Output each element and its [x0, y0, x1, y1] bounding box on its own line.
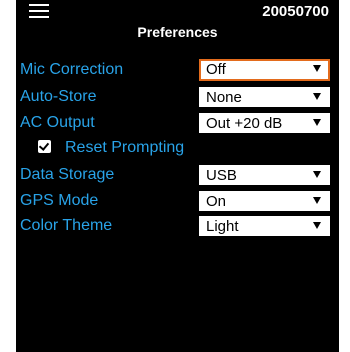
reset-prompting-label[interactable]: Reset Prompting [65, 139, 184, 157]
mic-correction-label: Mic Correction [20, 61, 124, 78]
data-storage-select[interactable]: USB [199, 165, 330, 185]
auto-store-label: Auto-Store [20, 88, 97, 105]
chevron-down-icon [313, 197, 321, 204]
setting-row-color-theme: Color Theme Light [16, 214, 339, 240]
auto-store-select[interactable]: None [199, 87, 330, 107]
gps-mode-label: GPS Mode [20, 192, 99, 209]
checkmark-icon [38, 140, 50, 151]
setting-row-mic-correction: Mic Correction Off [16, 58, 339, 84]
mic-correction-value: Off [206, 61, 226, 78]
setting-row-ac-output: AC Output Out +20 dB [16, 111, 339, 137]
reset-prompting-row: Reset Prompting [16, 136, 339, 162]
color-theme-value: Light [206, 218, 239, 235]
setting-row-auto-store: Auto-Store None [16, 85, 339, 111]
chevron-down-icon [313, 171, 321, 178]
ac-output-value: Out +20 dB [206, 115, 283, 132]
mic-correction-select[interactable]: Off [199, 59, 330, 81]
color-theme-select[interactable]: Light [199, 216, 330, 236]
chevron-down-icon [313, 93, 321, 100]
chevron-down-icon [313, 65, 321, 72]
setting-row-data-storage: Data Storage USB [16, 163, 339, 189]
auto-store-value: None [206, 89, 242, 106]
hamburger-menu-icon[interactable] [29, 4, 49, 19]
chevron-down-icon [313, 119, 321, 126]
data-storage-value: USB [206, 167, 237, 184]
reset-prompting-checkbox[interactable] [38, 140, 51, 153]
ac-output-label: AC Output [20, 114, 95, 131]
chevron-down-icon [313, 222, 321, 229]
data-storage-label: Data Storage [20, 166, 115, 183]
setting-row-gps-mode: GPS Mode On [16, 189, 339, 215]
color-theme-label: Color Theme [20, 217, 113, 234]
preferences-panel: 20050700 Preferences Mic Correction Off … [16, 0, 339, 352]
gps-mode-value: On [206, 193, 227, 210]
page-title: Preferences [137, 24, 218, 40]
ac-output-select[interactable]: Out +20 dB [199, 113, 330, 133]
gps-mode-select[interactable]: On [199, 191, 330, 211]
device-id: 20050700 [262, 3, 329, 20]
